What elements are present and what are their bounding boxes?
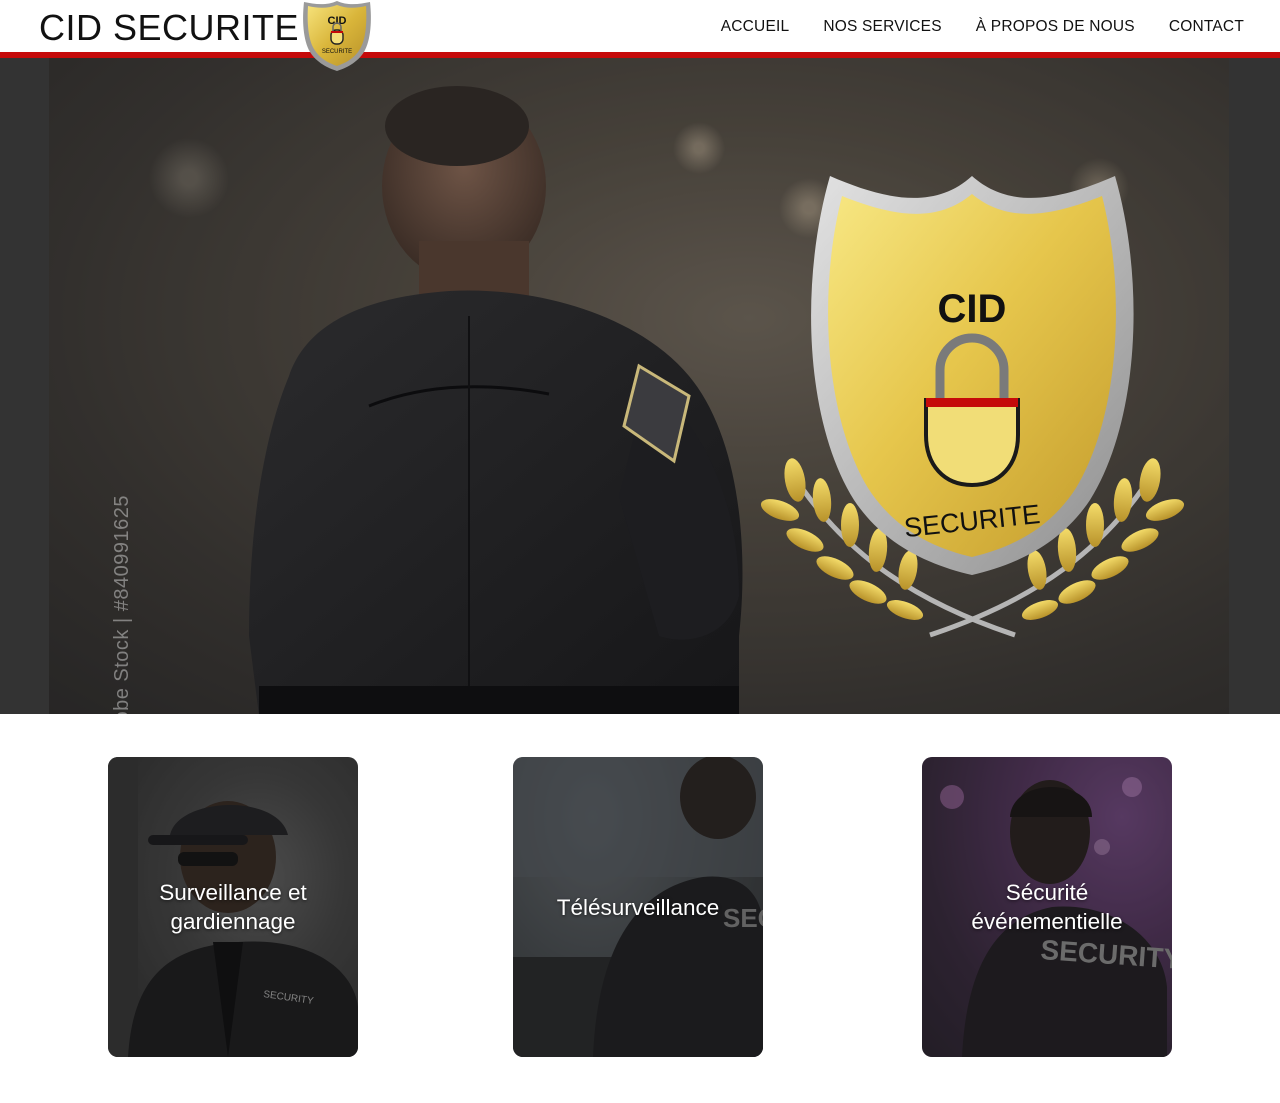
nav-nos-services[interactable]: NOS SERVICES <box>823 16 941 38</box>
main-nav: ACCUEIL NOS SERVICES À PROPOS DE NOUS CO… <box>687 16 1244 38</box>
service-title-surveillance: Surveillance et gardiennage <box>159 880 307 934</box>
logo-shield-icon[interactable]: CID SECURITE <box>300 0 374 72</box>
site-header: CID SECURITE ACCUEIL NOS SERVICES À PROP… <box>0 0 1280 52</box>
service-title-telesurveillance: Télésurveillance <box>556 894 720 920</box>
service-card-surveillance[interactable]: SECURITY Surveillance et gardiennage <box>108 757 358 1057</box>
emblem-top-text: CID <box>938 287 1007 331</box>
service-card-securite-evenementielle[interactable]: SECURITY Sécurité événementielle <box>922 757 1172 1057</box>
logo-bottom-text: SECURITE <box>322 49 352 55</box>
stock-watermark: Adobe Stock | #840991625 <box>111 495 133 714</box>
logo-top-text: CID <box>328 15 347 27</box>
security-guard-figure <box>249 86 743 714</box>
nav-a-propos[interactable]: À PROPOS DE NOUS <box>976 16 1135 38</box>
hero-banner: Adobe Stock | #840991625 CID SECURITE <box>0 58 1280 714</box>
brand-name[interactable]: CID SECURITE <box>39 6 299 50</box>
nav-accueil[interactable]: ACCUEIL <box>721 16 790 38</box>
service-card-telesurveillance[interactable]: SEC Télésurveillance <box>513 757 763 1057</box>
service-title-evenementielle: Sécurité événementielle <box>971 880 1123 934</box>
cid-securite-emblem-icon: CID SECURITE <box>760 176 1185 638</box>
nav-contact[interactable]: CONTACT <box>1169 16 1244 38</box>
